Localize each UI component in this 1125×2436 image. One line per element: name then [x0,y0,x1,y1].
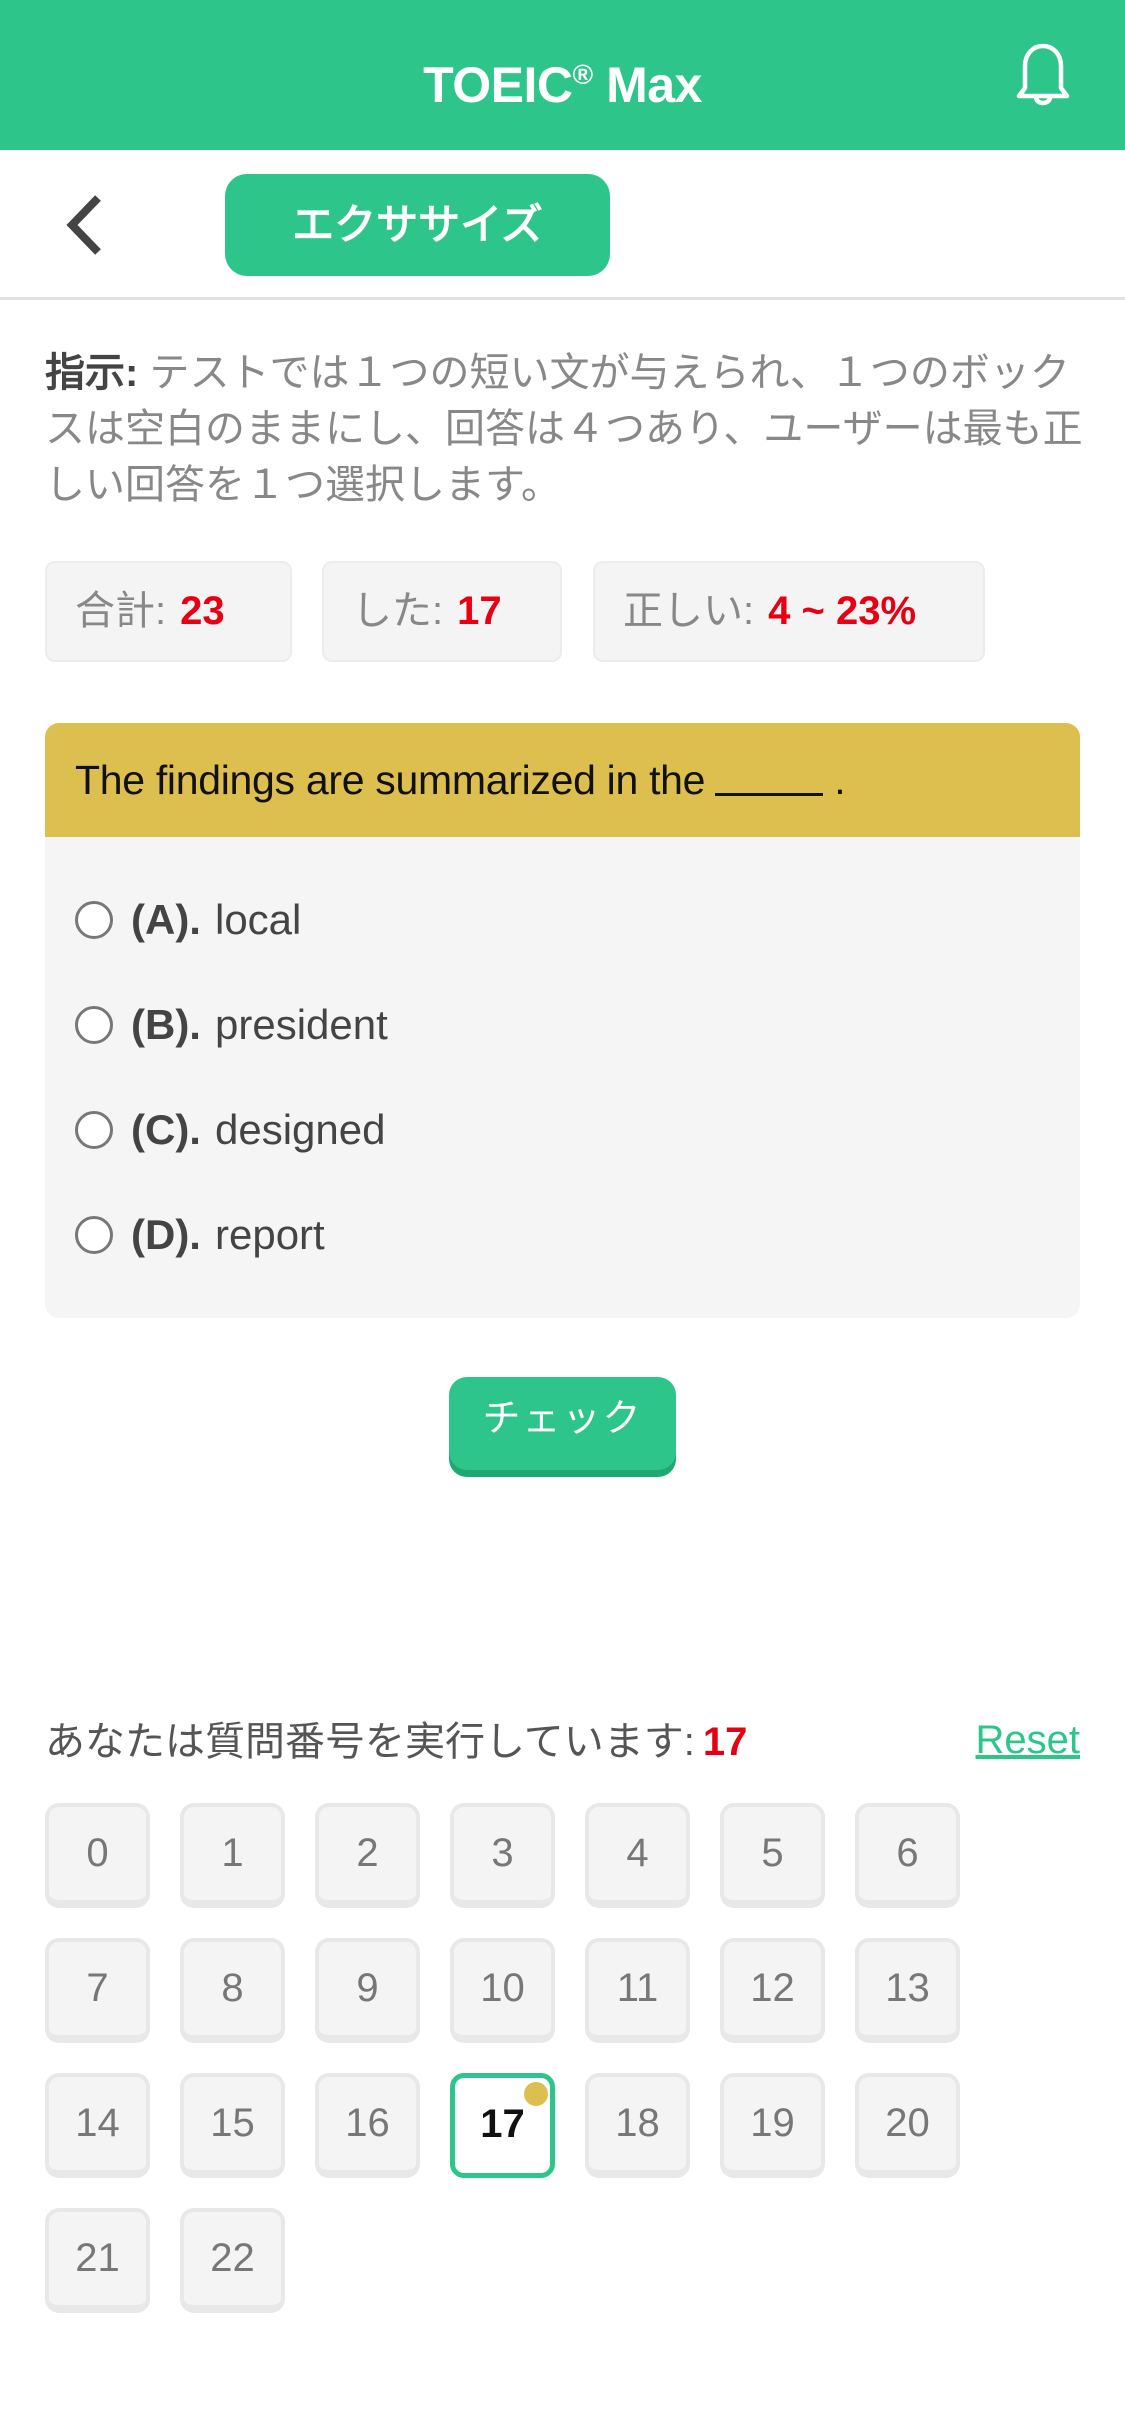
chevron-left-icon[interactable] [58,190,118,260]
answer-blank [715,766,824,796]
stat-correct-value: 4 ~ 23% [768,589,917,633]
question-number-button[interactable]: 1 [180,1803,285,1908]
question-number-label: 19 [750,2101,795,2145]
question-number-button[interactable]: 7 [45,1938,150,2043]
stat-done: した: 17 [322,561,562,662]
app-title: TOEIC® Max [0,0,1125,150]
question-end: . [823,757,846,803]
question-number-label: 22 [210,2236,255,2280]
question-number-label: 16 [345,2101,390,2145]
question-number-button[interactable]: 9 [315,1938,420,2043]
question-number-label: 20 [885,2101,930,2145]
reset-link[interactable]: Reset [976,1710,1081,1770]
question-card: The findings are summarized in the . (A)… [45,723,1080,1318]
option-c[interactable]: (C). designed [75,1100,385,1160]
question-number-label: 14 [75,2101,120,2145]
question-number-button[interactable]: 18 [585,2073,690,2178]
question-number-button[interactable]: 20 [855,2073,960,2178]
exercise-tab-button[interactable]: エクササイズ [225,174,610,276]
question-number-current[interactable]: 17 [450,2073,555,2178]
question-number-label: 7 [86,1966,109,2010]
option-a[interactable]: (A). local [75,890,301,950]
registered-mark: ® [572,59,594,90]
question-number-label: 13 [885,1966,930,2010]
progress-label: あなたは質問番号を実行しています: [45,1720,695,1764]
stat-done-value: 17 [457,589,502,633]
question-number-label: 17 [480,2102,525,2146]
option-text: report [214,1211,325,1258]
question-number-button[interactable]: 8 [180,1938,285,2043]
question-number-button[interactable]: 10 [450,1938,555,2043]
question-number-label: 0 [86,1831,109,1875]
question-number-label: 1 [221,1831,244,1875]
bell-icon[interactable] [1005,36,1081,112]
stat-total-label: 合計: [75,589,167,633]
app-title-main: TOEIC [423,57,573,113]
question-number-label: 9 [356,1966,379,2010]
progress-status: あなたは質問番号を実行しています: 17 [45,1712,747,1772]
stat-total: 合計: 23 [45,561,292,662]
stat-correct-label: 正しい: [623,589,755,633]
instructions-text: テストでは１つの短い文が与えられ、１つのボックスは空白のままにし、回答は４つあり… [45,351,1083,507]
stat-done-label: した: [352,589,444,633]
app-title-suffix: Max [592,57,702,113]
instructions: 指示: テストでは１つの短い文が与えられ、１つのボックスは空白のままにし、回答は… [45,345,1085,513]
current-indicator-dot [524,2082,548,2106]
question-text: The findings are summarized in the . [45,723,1080,837]
question-number-button[interactable]: 12 [720,1938,825,2043]
question-number-label: 6 [896,1831,919,1875]
question-number-button[interactable]: 22 [180,2208,285,2313]
option-d[interactable]: (D). report [75,1205,325,1265]
question-number-button[interactable]: 5 [720,1803,825,1908]
current-question-number: 17 [702,1720,748,1764]
question-number-button[interactable]: 11 [585,1938,690,2043]
check-button[interactable]: チェック [449,1377,676,1470]
question-number-label: 18 [615,2101,660,2145]
question-number-label: 4 [626,1831,649,1875]
question-number-button[interactable]: 21 [45,2208,150,2313]
question-number-button[interactable]: 3 [450,1803,555,1908]
question-number-button[interactable]: 6 [855,1803,960,1908]
question-sentence: The findings are summarized in the [75,757,706,803]
question-number-label: 11 [616,1966,659,2010]
instructions-label: 指示: [45,351,139,395]
question-number-label: 2 [356,1831,379,1875]
question-number-label: 21 [75,2236,120,2280]
radio-button[interactable] [75,1216,113,1254]
option-text: president [214,1001,388,1048]
option-letter: (D). [131,1211,201,1258]
question-number-button[interactable]: 19 [720,2073,825,2178]
question-number-button[interactable]: 15 [180,2073,285,2178]
question-number-button[interactable]: 0 [45,1803,150,1908]
question-number-button[interactable]: 16 [315,2073,420,2178]
question-number-label: 10 [480,1966,525,2010]
question-number-label: 12 [750,1966,795,2010]
question-number-button[interactable]: 2 [315,1803,420,1908]
option-letter: (B). [131,1001,201,1048]
stat-total-value: 23 [180,589,225,633]
question-number-label: 8 [221,1966,244,2010]
question-number-label: 15 [210,2101,255,2145]
stat-correct: 正しい: 4 ~ 23% [593,561,985,662]
sub-header: エクササイズ [0,150,1125,300]
option-text: local [214,896,302,943]
question-number-button[interactable]: 4 [585,1803,690,1908]
radio-button[interactable] [75,901,113,939]
question-number-label: 3 [491,1831,514,1875]
question-number-label: 5 [761,1831,784,1875]
question-number-button[interactable]: 13 [855,1938,960,2043]
option-text: designed [214,1106,386,1153]
radio-button[interactable] [75,1006,113,1044]
option-b[interactable]: (B). president [75,995,388,1055]
option-letter: (C). [131,1106,201,1153]
question-number-button[interactable]: 14 [45,2073,150,2178]
radio-button[interactable] [75,1111,113,1149]
option-letter: (A). [131,896,201,943]
app-header: TOEIC® Max [0,0,1125,150]
